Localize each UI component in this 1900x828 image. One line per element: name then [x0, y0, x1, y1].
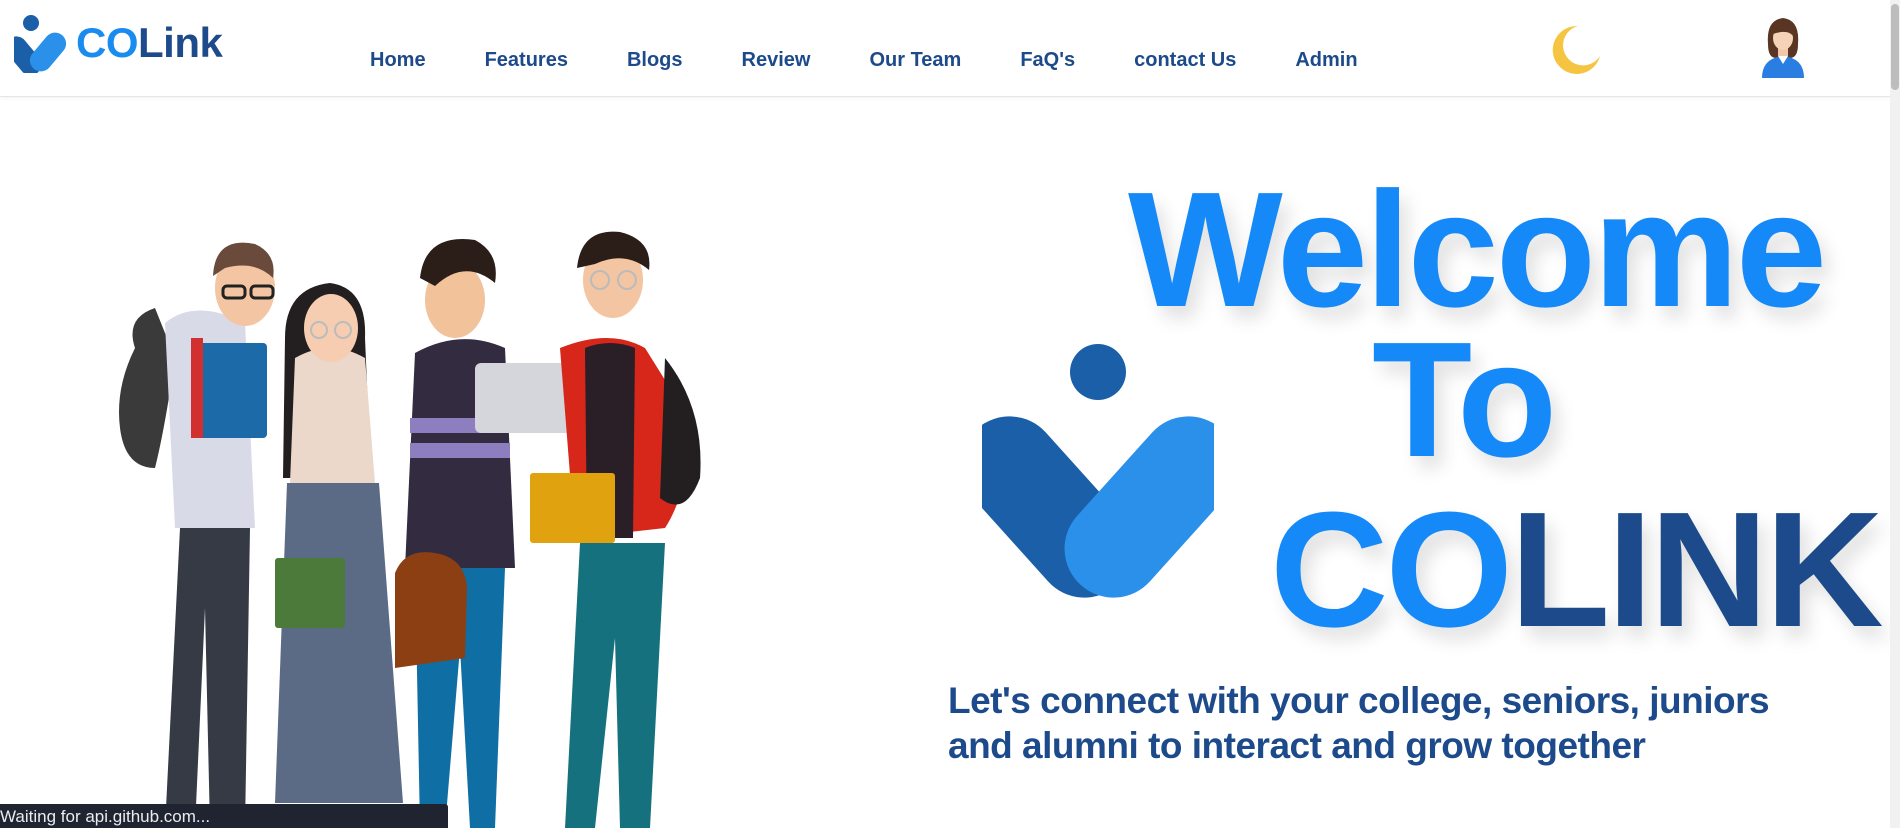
colink-logo-large-icon	[982, 344, 1214, 598]
colink-logo-icon	[14, 15, 67, 73]
moon-icon[interactable]	[1548, 22, 1602, 76]
student-2-figure	[275, 283, 403, 803]
hero-headline-link: LINK	[1510, 478, 1884, 661]
nav-link-review[interactable]: Review	[742, 48, 811, 72]
hero-headline-to: To	[1372, 308, 1557, 491]
nav-link-faqs[interactable]: FaQ's	[1020, 48, 1075, 72]
nav-link-blogs[interactable]: Blogs	[627, 48, 683, 72]
browser-status-bar: Waiting for api.github.com...	[0, 804, 448, 828]
brand-name: COLink	[76, 19, 223, 66]
student-1-figure	[119, 242, 275, 828]
nav-link-features[interactable]: Features	[485, 48, 568, 72]
avatar-icon[interactable]	[1758, 14, 1808, 78]
nav-link-contact-us[interactable]: contact Us	[1134, 48, 1236, 72]
nav-link-home[interactable]: Home	[370, 48, 426, 72]
students-group-illustration	[119, 231, 701, 828]
nav-link-our-team[interactable]: Our Team	[869, 48, 961, 72]
student-4-figure	[530, 231, 701, 828]
top-navbar: COLink Home Features Blogs Review Our Te…	[0, 0, 1890, 97]
hero-headline-co: CO	[1270, 478, 1513, 661]
hero-headline-colink: COLINK	[1270, 488, 1884, 652]
main-nav: Home Features Blogs Review Our Team FaQ'…	[370, 48, 1358, 72]
scrollbar-thumb[interactable]	[1891, 4, 1899, 90]
nav-link-admin[interactable]: Admin	[1295, 48, 1357, 72]
brand-logo-link[interactable]: COLink	[14, 13, 223, 73]
brand-name-rest: Link	[138, 19, 223, 66]
hero-tagline: Let's connect with your college, seniors…	[948, 680, 1770, 766]
brand-name-co: CO	[76, 19, 139, 66]
page-scrollbar[interactable]	[1890, 0, 1900, 828]
